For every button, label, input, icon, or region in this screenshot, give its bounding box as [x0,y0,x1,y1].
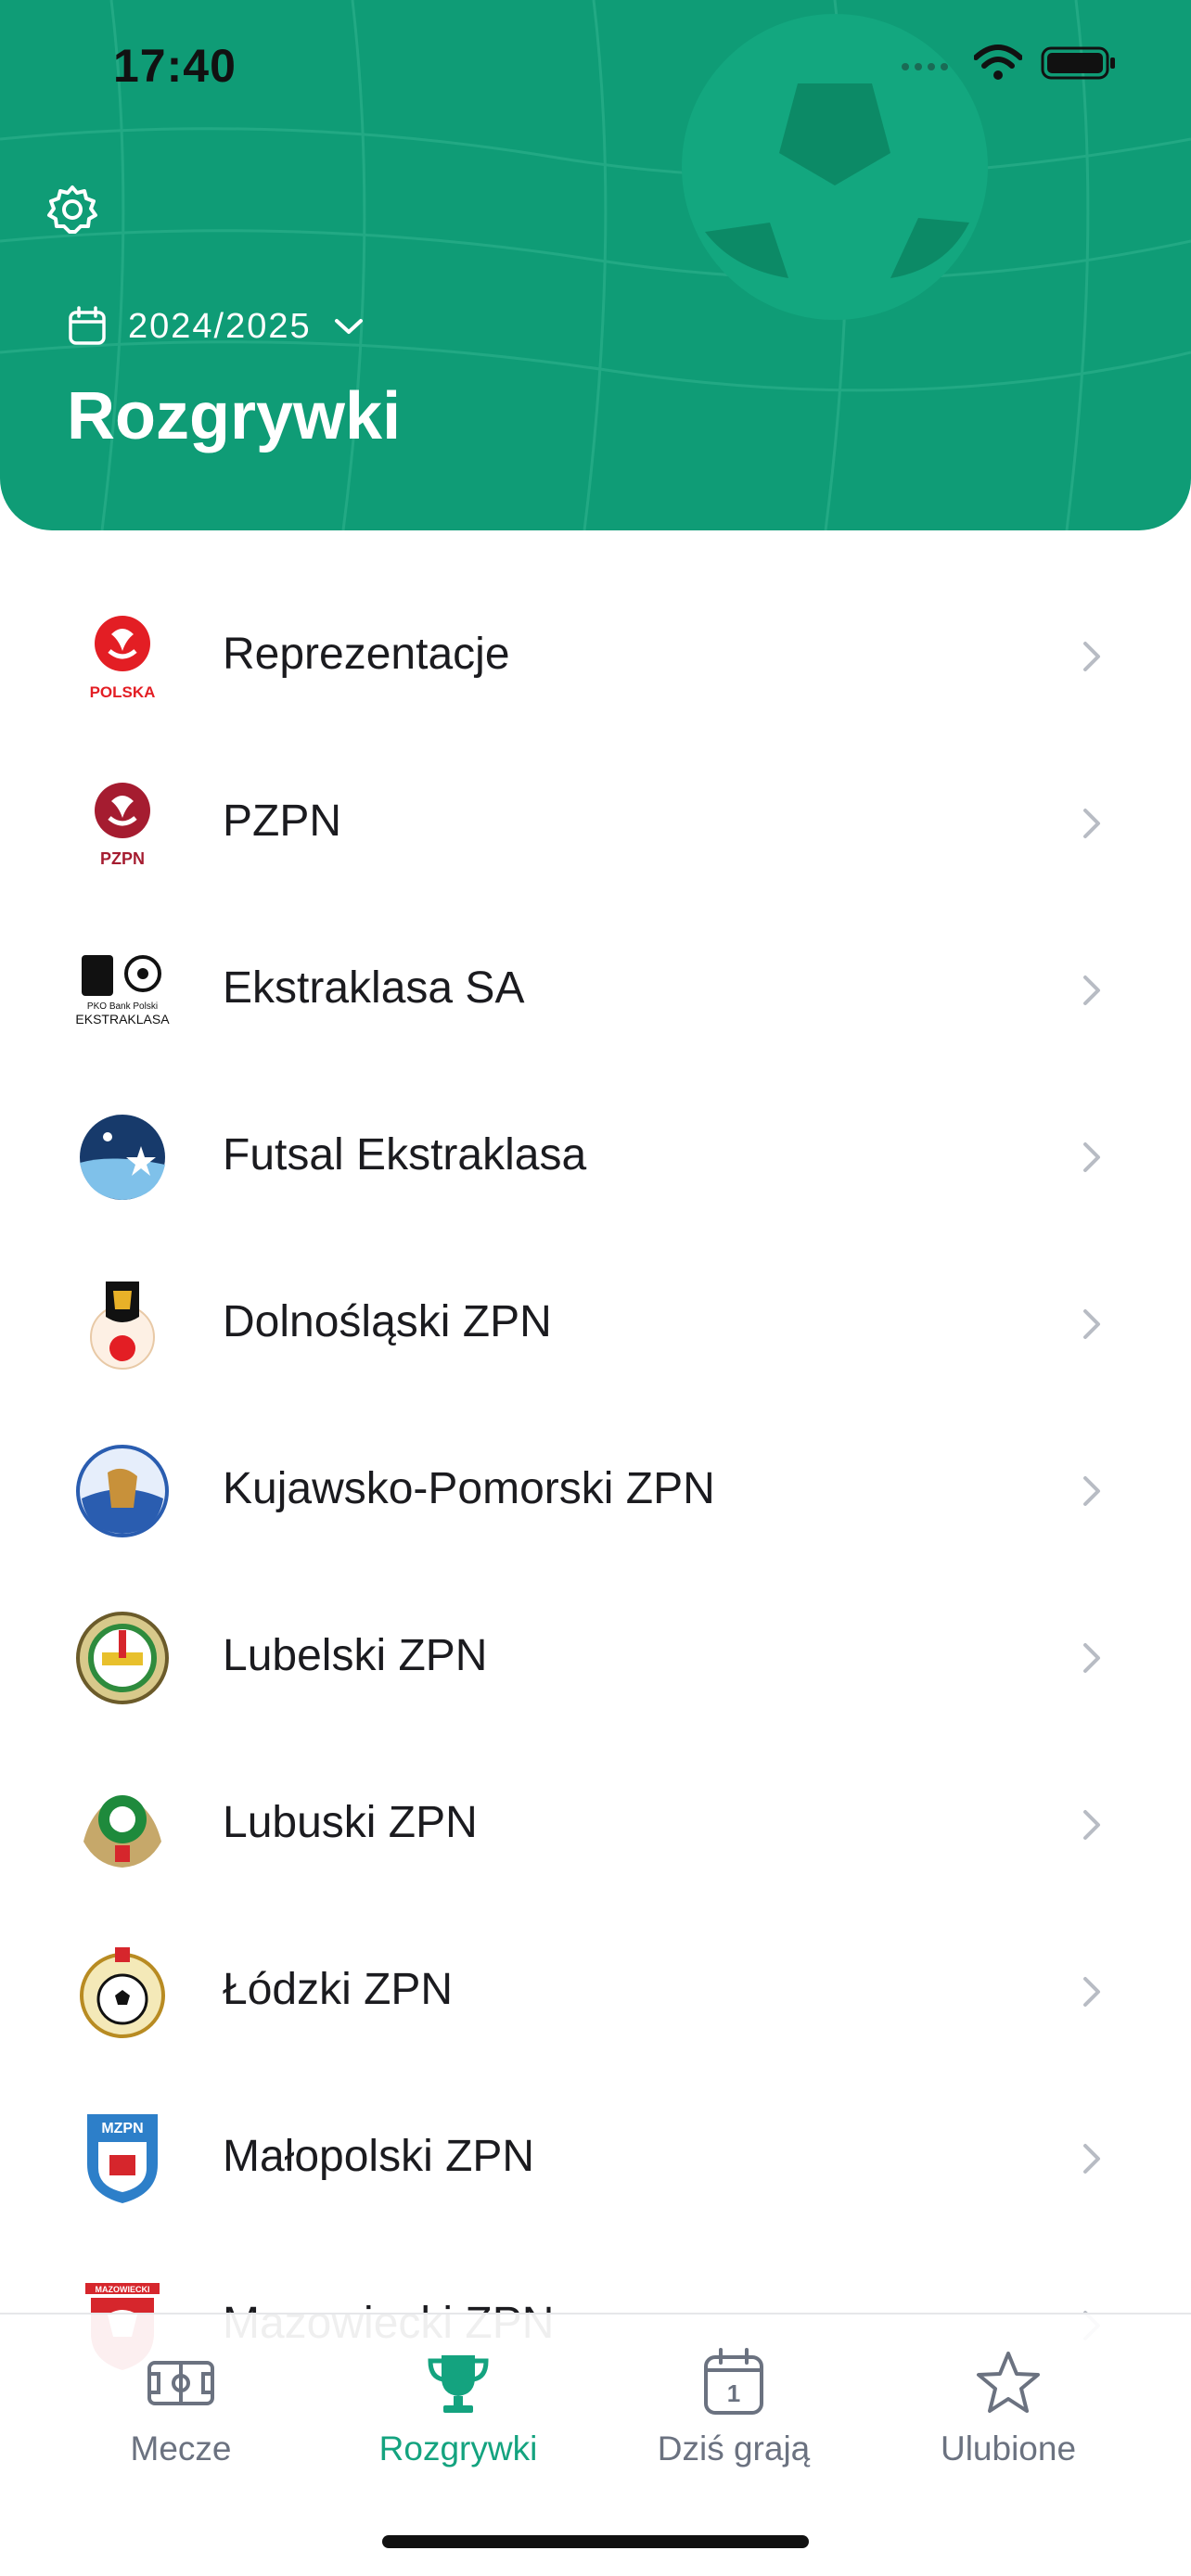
chevron-right-icon [1083,809,1100,838]
list-item-label: PZPN [223,797,342,846]
page-title: Rozgrywki [67,379,402,453]
lubelski-logo [76,1612,169,1704]
chevron-right-icon [1083,1810,1100,1840]
chevron-right-icon [1083,642,1100,671]
list-item[interactable]: MZPN Małopolski ZPN [0,2073,1191,2240]
battery-icon [1041,46,1115,80]
pitch-icon [147,2361,214,2405]
tab-ulubione[interactable]: Ulubione [869,2315,1147,2500]
list-item[interactable]: Kujawsko-Pomorski ZPN [0,1406,1191,1573]
season-selector[interactable]: 2024/2025 [67,306,365,347]
list-item[interactable]: PZPN PZPN [0,738,1191,905]
svg-text:EKSTRAKLASA: EKSTRAKLASA [75,1012,170,1027]
malopolski-logo: MZPN [87,2114,158,2203]
header: 17:40 2024/2025 Rozgrywki [0,0,1191,530]
list-item-label: Łódzki ZPN [223,1965,454,2014]
competitions-list: POLSKA Reprezentacje PZPN PZPN PKO Bank … [0,571,1191,2407]
futsal-logo [80,1115,165,1200]
list-item[interactable]: Lubelski ZPN [0,1573,1191,1740]
status-time: 17:40 [113,40,237,92]
status-indicators [900,45,1117,82]
wifi-icon [974,45,1022,80]
list-item[interactable]: POLSKA Reprezentacje [0,571,1191,738]
list-item-label: Reprezentacje [223,630,510,679]
svg-text:PKO Bank Polski: PKO Bank Polski [87,1001,158,1012]
tab-dzis-graja[interactable]: 1 Dziś grają [595,2315,873,2500]
tab-label: Ulubione [940,2429,1077,2468]
tab-label: Rozgrywki [378,2429,538,2468]
list-item-label: Kujawsko-Pomorski ZPN [223,1464,715,1513]
chevron-right-icon [1083,1142,1100,1172]
ekstraklasa-logo: PKO Bank Polski EKSTRAKLASA [75,955,170,1027]
tab-label: Mecze [130,2429,232,2468]
tab-rozgrywki[interactable]: Rozgrywki [319,2315,597,2500]
kujawsko-pomorski-logo [76,1445,169,1537]
chevron-right-icon [1083,1643,1100,1673]
cellular-signal-icon [902,63,948,70]
lodzki-logo [80,1947,165,2038]
list-item-label: Dolnośląski ZPN [223,1297,552,1346]
svg-text:PZPN: PZPN [100,849,145,868]
calendar-icon [69,306,106,345]
list-item-label: Lubelski ZPN [223,1631,488,1680]
calendar-icon: 1 [704,2348,763,2415]
lubuski-logo [83,1795,161,1868]
list-item-label: Ekstraklasa SA [223,963,525,1013]
star-icon [977,2352,1040,2413]
list-item[interactable]: PKO Bank Polski EKSTRAKLASA Ekstraklasa … [0,905,1191,1072]
svg-text:MZPN: MZPN [101,2121,143,2136]
svg-text:POLSKA: POLSKA [90,683,156,701]
chevron-down-icon [334,319,363,334]
chevron-right-icon [1083,1309,1100,1339]
list-item[interactable]: Lubuski ZPN [0,1740,1191,1906]
chevron-right-icon [1083,976,1100,1005]
chevron-right-icon [1083,1476,1100,1506]
dolnoslaski-logo [90,1282,155,1370]
polska-logo: POLSKA [90,616,156,701]
season-label: 2024/2025 [128,306,312,346]
trophy-icon [428,2355,489,2413]
list-item-label: Małopolski ZPN [223,2132,535,2181]
tab-mecze[interactable]: Mecze [42,2315,320,2500]
settings-gear-icon[interactable] [45,182,100,237]
svg-text:1: 1 [727,2379,740,2407]
screen: 17:40 2024/2025 Rozgrywki POLSKA Repreze… [0,0,1191,2576]
home-indicator[interactable] [382,2535,809,2548]
list-item-label: Lubuski ZPN [223,1798,478,1847]
pzpn-logo: PZPN [95,783,150,868]
list-item[interactable]: Futsal Ekstraklasa [0,1072,1191,1239]
chevron-right-icon [1083,1977,1100,2007]
tab-label: Dziś grają [657,2429,811,2468]
list-item[interactable]: Dolnośląski ZPN [0,1239,1191,1406]
svg-text:MAZOWIECKI: MAZOWIECKI [96,2285,150,2294]
list-item-label: Futsal Ekstraklasa [223,1130,587,1180]
list-item[interactable]: Łódzki ZPN [0,1906,1191,2073]
chevron-right-icon [1083,2144,1100,2174]
